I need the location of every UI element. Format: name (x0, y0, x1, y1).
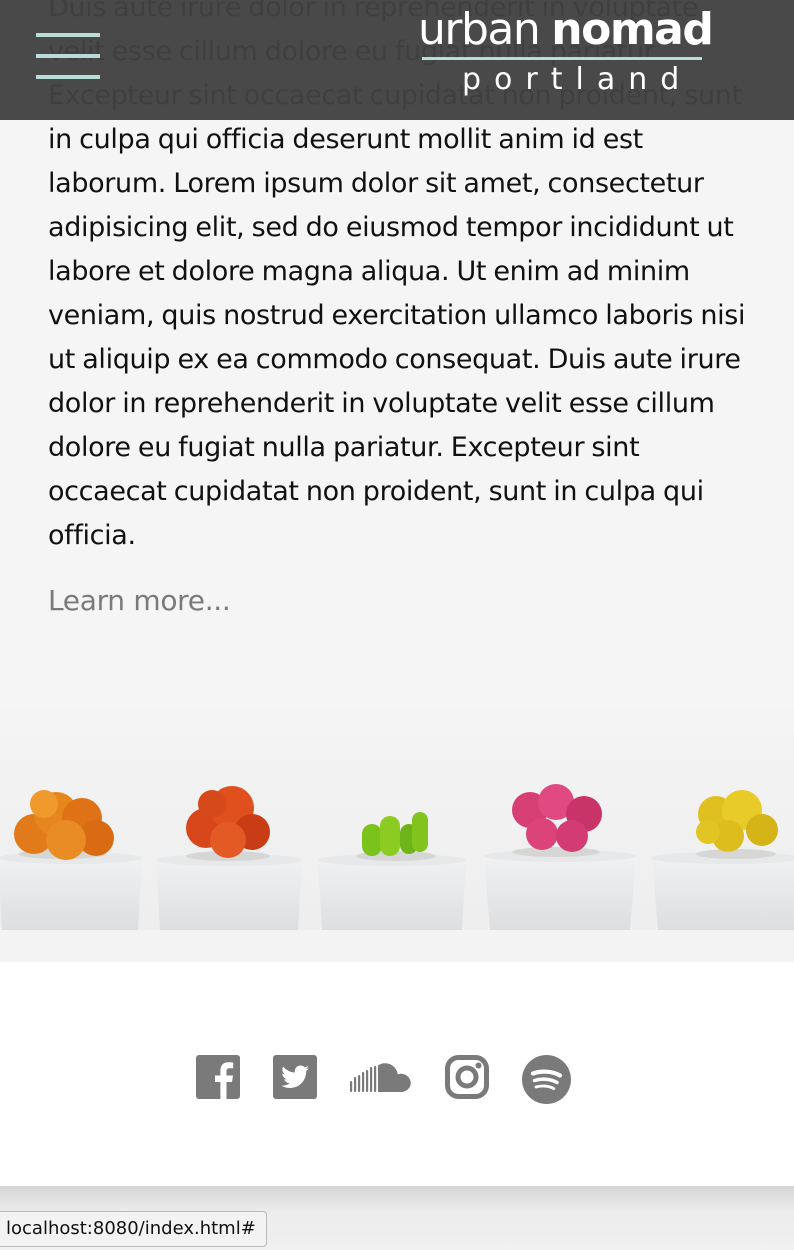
cactus-banner-image (0, 706, 794, 930)
cactus-pot-red (156, 786, 302, 930)
logo-wordmark: urban nomad (418, 4, 714, 55)
cactus-pot-green (318, 812, 466, 930)
twitter-icon[interactable] (273, 1055, 317, 1099)
spotify-icon[interactable] (522, 1055, 571, 1104)
status-url: localhost:8080/index.html# (6, 1218, 256, 1239)
cactus-pot-yellow (650, 790, 794, 930)
logo-subtitle: portland (462, 62, 693, 97)
cactus-pot-orange (0, 790, 142, 930)
cactus-pot-pink (484, 784, 636, 930)
soundcloud-icon[interactable] (350, 1062, 412, 1094)
learn-more-link[interactable]: Learn more... (48, 584, 231, 617)
logo-light-text: urban (418, 4, 541, 55)
site-logo[interactable]: urban nomad portland (418, 4, 728, 114)
instagram-icon[interactable] (445, 1055, 489, 1099)
site-footer (0, 962, 794, 1186)
site-header: urban nomad portland (0, 0, 794, 120)
browser-status-bar: localhost:8080/index.html# (0, 1211, 267, 1247)
logo-underline (422, 57, 702, 60)
facebook-icon[interactable] (196, 1055, 240, 1099)
section-divider (0, 930, 794, 962)
logo-bold-text: nomad (551, 4, 714, 55)
hamburger-menu-icon[interactable] (36, 33, 100, 81)
